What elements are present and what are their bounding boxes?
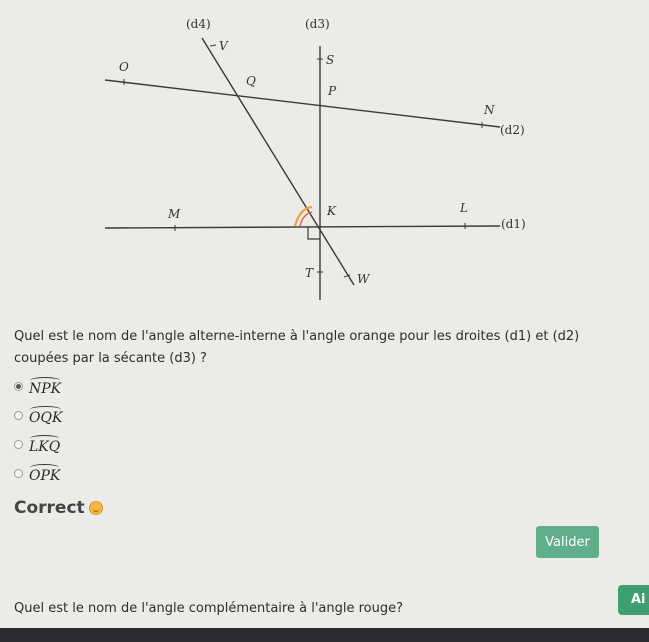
line-d1	[104, 225, 501, 229]
label-W: W	[357, 272, 371, 286]
orange-angle-arc	[293, 205, 313, 227]
validate-button[interactable]: Valider	[536, 526, 599, 558]
label-M: M	[167, 207, 181, 221]
next-question-text: Quel est le nom de l'angle complémentair…	[14, 601, 403, 616]
label-T: T	[305, 266, 314, 280]
label-d4: (d4)	[186, 17, 211, 31]
label-Q: Q	[246, 74, 256, 88]
option-oqk[interactable]: OQK	[14, 401, 62, 430]
tick-V	[209, 44, 217, 47]
option-lkq[interactable]: LKQ	[14, 430, 62, 459]
feedback-correct: Correct	[14, 498, 103, 518]
radio[interactable]	[14, 411, 23, 420]
label-N: N	[483, 103, 495, 117]
option-label: OQK	[29, 405, 62, 426]
label-d2: (d2)	[500, 123, 525, 137]
option-label: NPK	[29, 376, 61, 397]
option-label: OPK	[29, 463, 60, 484]
line-d2	[104, 79, 501, 128]
option-npk[interactable]: NPK	[14, 372, 62, 401]
help-button[interactable]: Ai	[618, 585, 649, 615]
label-S: S	[326, 53, 334, 67]
line-d4	[201, 37, 355, 286]
option-opk[interactable]: OPK	[14, 459, 62, 488]
bottom-bar	[0, 628, 649, 642]
label-L: L	[459, 201, 468, 215]
grinning-face-icon	[88, 501, 103, 515]
question-text: Quel est le nom de l'angle alterne-inter…	[14, 329, 580, 366]
label-d1: (d1)	[501, 217, 526, 231]
option-label: LKQ	[29, 434, 60, 455]
label-P: P	[327, 84, 337, 98]
answer-options: NPK OQK LKQ OPK	[14, 372, 62, 488]
geometry-figure: (d4) (d3) V S O Q P N (d2) M K L (d1) T …	[104, 17, 526, 300]
label-K: K	[326, 204, 337, 218]
label-d3: (d3)	[305, 17, 330, 31]
feedback-text: Correct	[14, 498, 85, 518]
label-V: V	[219, 39, 229, 53]
radio[interactable]	[14, 469, 23, 478]
radio-selected[interactable]	[14, 382, 23, 391]
radio[interactable]	[14, 440, 23, 449]
right-angle-marker	[307, 227, 320, 240]
label-O: O	[119, 60, 129, 74]
